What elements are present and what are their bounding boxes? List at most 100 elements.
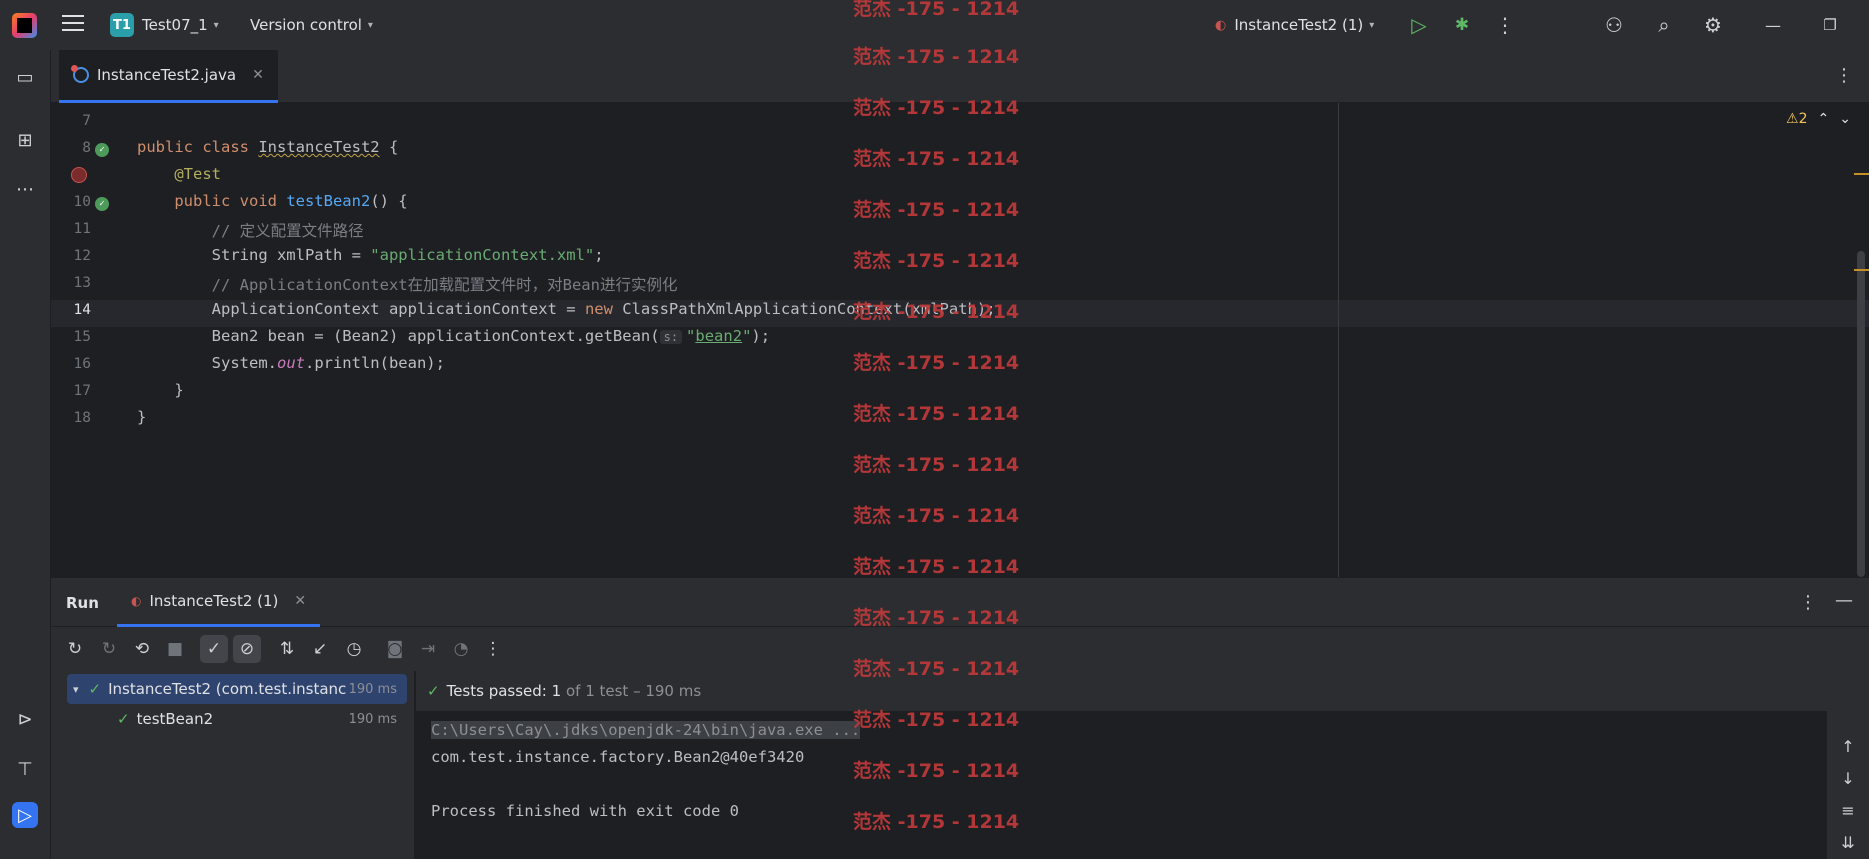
rerun-failed-icon: ↻ (101, 639, 117, 659)
settings-gear-icon[interactable]: ⚙ (1700, 12, 1726, 38)
line-number: 10 (73, 194, 91, 210)
passed-check-icon: ✓ (427, 682, 440, 700)
screenshot-icon: ◙ (386, 639, 404, 659)
minimize-icon[interactable]: — (1760, 12, 1786, 38)
tree-row-label: testBean2 (136, 710, 214, 728)
run-config-icon: ◐ (1215, 17, 1227, 33)
show-passed-icon[interactable]: ✓ (200, 635, 228, 663)
code-line-9: @Test (174, 165, 221, 183)
build-hammer-icon[interactable]: ⊤ (12, 756, 38, 782)
line-number: 7 (82, 113, 91, 129)
console-line: Process finished with exit code 0 (431, 802, 739, 820)
import-tests-icon: ⇥ (420, 639, 436, 659)
vcs-label: Version control (250, 16, 362, 34)
tab-options-icon[interactable]: ⋮ (1835, 65, 1853, 86)
line-number: 15 (73, 329, 91, 345)
line-number: 13 (73, 275, 91, 291)
run-tool-window-icon[interactable]: ▷ (12, 802, 38, 828)
status-count: 1 (551, 682, 562, 700)
main-menu-icon[interactable] (62, 15, 84, 35)
console-output[interactable]: ✓ Tests passed: 1 of 1 test – 190 ms C:\… (416, 671, 1869, 859)
param-inlay-hint: s: (659, 330, 683, 344)
code-editor[interactable]: ⚠2 ⌃ ⌄ 7 8 10 11 12 13 14 15 16 17 18 ✓ … (51, 103, 1869, 577)
tab-instancetest2-java[interactable]: InstanceTest2.java ✕ (59, 50, 278, 103)
code-line-17: } (137, 381, 184, 399)
arrow-down-icon[interactable]: ↓ (1837, 767, 1859, 789)
tree-row-instancetest2[interactable]: ▾ ✓ InstanceTest2 (com.test.instanc 190 … (67, 674, 407, 704)
chevron-down-icon: ▾ (213, 19, 219, 31)
project-selector[interactable]: T1 Test07_1 ▾ (110, 0, 219, 50)
restore-window-icon[interactable]: ❐ (1817, 12, 1843, 38)
services-icon[interactable]: ⊳ (12, 706, 38, 732)
project-badge: T1 (110, 13, 134, 37)
command-line-text[interactable]: C:\Users\Cay\.jdks\openjdk-24\bin\java.e… (431, 721, 861, 739)
arrow-up-icon[interactable]: ↑ (1837, 735, 1859, 757)
chevron-down-icon[interactable]: ▾ (73, 683, 79, 696)
add-user-icon[interactable]: ⚇ (1601, 12, 1627, 38)
right-margin-guide (1338, 103, 1339, 577)
sort-icon[interactable]: ⇅ (273, 635, 301, 663)
code-line-13: // ApplicationContext在加载配置文件时，对Bean进行实例化 (137, 276, 678, 294)
toggle-auto-test-icon[interactable]: ⟲ (128, 635, 156, 663)
more-tools-icon[interactable]: ⋯ (12, 176, 38, 202)
line-number: 12 (73, 248, 91, 264)
chevron-down-icon[interactable]: ⌄ (1839, 111, 1851, 127)
passed-check-icon: ✓ (117, 710, 130, 728)
code-line-16: System.out.println(bean); (137, 354, 445, 372)
tree-row-time: 190 ms (348, 681, 397, 697)
tree-row-label: InstanceTest2 (com.test.instanc (108, 680, 347, 698)
run-icon[interactable]: ▷ (1406, 12, 1432, 38)
tab-run-instancetest2[interactable]: ◐ InstanceTest2 (1) ✕ (117, 578, 321, 627)
show-ignored-icon[interactable]: ⊘ (233, 635, 261, 663)
run-panel-header: Run ◐ InstanceTest2 (1) ✕ ⋮ — (51, 578, 1869, 627)
left-tool-bar: ▭ ⊞ ⋯ ⊳ ⊤ ▷ (0, 50, 51, 859)
warning-marker (1854, 269, 1869, 271)
code-line-8: public class InstanceTest2 { (137, 138, 399, 156)
editor-scrollbar[interactable] (1857, 251, 1865, 577)
run-panel-title: Run (66, 593, 99, 612)
code-line-11: // 定义配置文件路径 (137, 222, 364, 240)
line-number: 16 (73, 356, 91, 372)
tree-row-testbean2[interactable]: ✓ testBean2 190 ms (67, 704, 407, 734)
project-folder-icon[interactable]: ▭ (12, 64, 38, 90)
more-actions-icon[interactable]: ⋮ (1492, 12, 1518, 38)
collapse-all-icon[interactable]: ↙ (306, 635, 334, 663)
console-line: com.test.instance.factory.Bean2@40ef3420 (431, 748, 805, 766)
run-test-gutter-icon[interactable]: ✓ (95, 143, 109, 157)
close-tab-icon[interactable]: ✕ (294, 593, 306, 609)
debug-icon[interactable]: ✱ (1449, 12, 1475, 38)
hide-panel-icon[interactable]: — (1835, 590, 1853, 611)
search-icon[interactable]: ⌕ (1651, 12, 1677, 38)
line-number: 18 (73, 410, 91, 426)
editor-tab-bar: InstanceTest2.java ✕ ⋮ (51, 50, 1869, 103)
console-line: C:\Users\Cay\.jdks\openjdk-24\bin\java.e… (431, 721, 861, 739)
stop-icon: ■ (166, 639, 184, 659)
code-line-10: public void testBean2() { (174, 192, 408, 210)
scroll-to-end-icon[interactable]: ⇊ (1837, 831, 1859, 853)
rerun-icon[interactable]: ↻ (61, 635, 89, 663)
run-test-gutter-icon[interactable]: ✓ (95, 197, 109, 211)
close-tab-icon[interactable]: ✕ (252, 67, 264, 83)
code-line-18: } (137, 408, 147, 426)
test-history-icon[interactable]: ◷ (340, 635, 368, 663)
intellij-logo-icon[interactable] (12, 13, 37, 38)
test-tree: ▾ ✓ InstanceTest2 (com.test.instanc 190 … (51, 671, 415, 859)
breakpoint-icon[interactable] (71, 167, 87, 183)
warning-icon: ⚠2 (1786, 111, 1808, 127)
run-config-label: InstanceTest2 (1) (1234, 16, 1364, 34)
inspection-widget[interactable]: ⚠2 ⌃ ⌄ (1786, 111, 1851, 127)
soft-wrap-icon[interactable]: ≡ (1837, 799, 1859, 821)
warning-marker (1854, 173, 1869, 175)
coverage-icon: ◔ (453, 639, 469, 659)
run-options-icon[interactable]: ⋮ (1799, 592, 1817, 613)
version-control-menu[interactable]: Version control ▾ (250, 0, 373, 50)
line-number: 14 (73, 302, 91, 318)
more-icon[interactable]: ⋮ (479, 635, 507, 663)
structure-icon[interactable]: ⊞ (12, 127, 38, 153)
chevron-up-icon[interactable]: ⌃ (1818, 111, 1830, 127)
run-config-selector[interactable]: ◐ InstanceTest2 (1) ▾ (1215, 0, 1374, 50)
status-prefix: Tests passed: (446, 682, 547, 700)
code-line-12: String xmlPath = "applicationContext.xml… (137, 246, 604, 264)
line-number: 11 (73, 221, 91, 237)
code-line-14: ApplicationContext applicationContext = … (137, 300, 996, 318)
